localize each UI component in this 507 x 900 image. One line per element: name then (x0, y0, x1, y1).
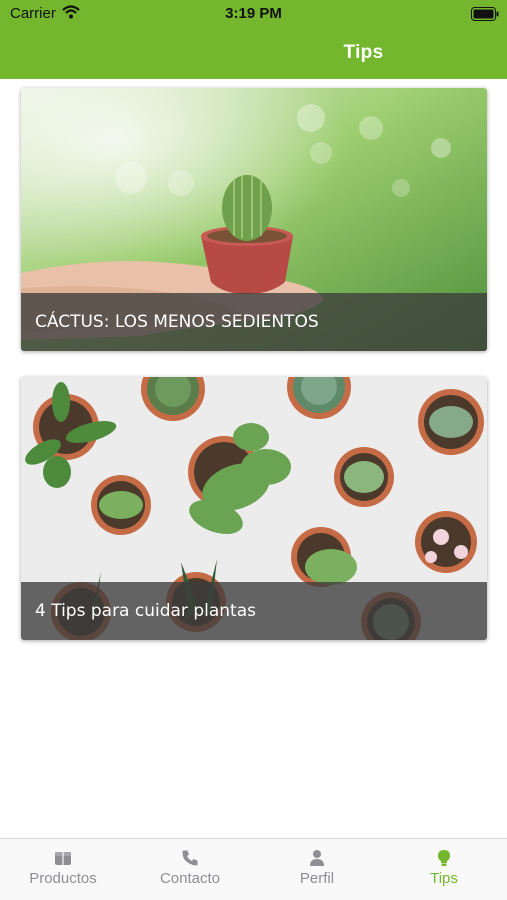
status-bar: Carrier 3:19 PM (0, 0, 507, 30)
tab-perfil[interactable]: Perfil (254, 839, 380, 900)
clock: 3:19 PM (225, 5, 282, 22)
tab-contacto[interactable]: Contacto (127, 839, 253, 900)
tip-title: CÁCTUS: LOS MENOS SEDIENTOS (35, 312, 319, 332)
navigation-bar: Tips (0, 30, 507, 79)
tip-caption: 4 Tips para cuidar plantas (21, 582, 487, 640)
tip-card-plant-care[interactable]: 4 Tips para cuidar plantas (21, 377, 487, 640)
tab-label: Tips (430, 870, 458, 887)
battery-icon (471, 7, 499, 26)
tip-title: 4 Tips para cuidar plantas (35, 601, 256, 621)
tab-label: Perfil (299, 870, 335, 887)
person-icon (310, 850, 324, 866)
tab-tips[interactable]: Tips (381, 839, 507, 900)
page-title: Tips (343, 42, 384, 63)
tab-bar: Productos Contacto Perfil Tips (0, 838, 507, 900)
tab-label: Contacto (159, 870, 221, 887)
box-icon (55, 852, 71, 865)
tip-card-cactus[interactable]: CÁCTUS: LOS MENOS SEDIENTOS (21, 88, 487, 351)
tab-label: Productos (29, 870, 97, 887)
tip-caption: CÁCTUS: LOS MENOS SEDIENTOS (21, 293, 487, 351)
phone-icon (182, 850, 198, 866)
lightbulb-icon (438, 850, 450, 866)
tab-productos[interactable]: Productos (0, 839, 126, 900)
